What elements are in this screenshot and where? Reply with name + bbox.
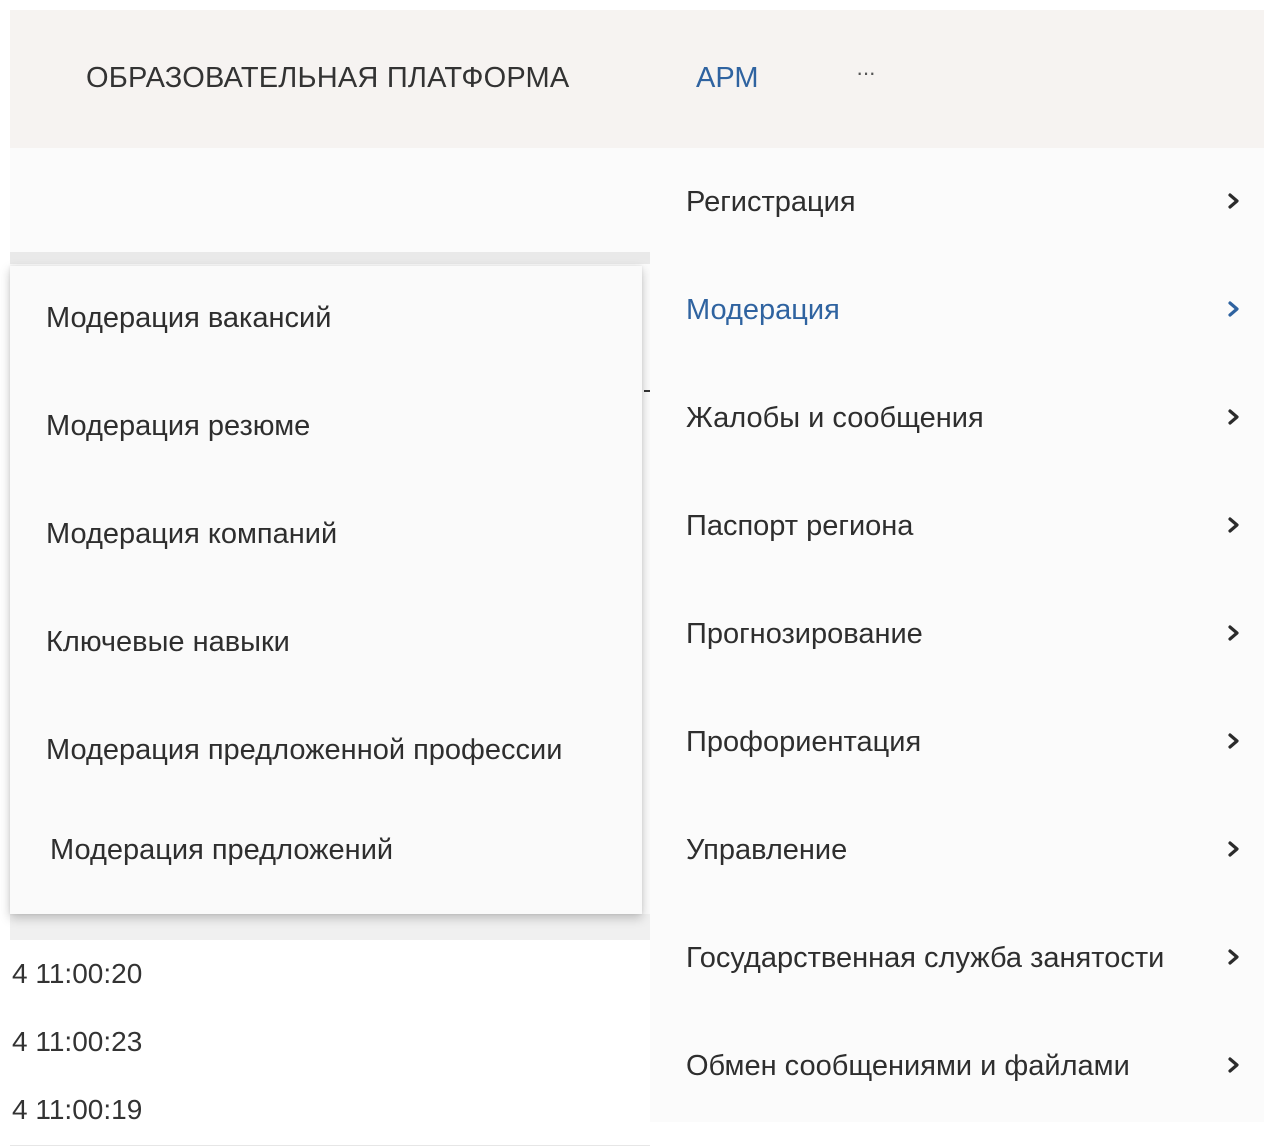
chevron-right-icon bbox=[1228, 517, 1239, 533]
menu-item-career-guidance[interactable]: Профориентация bbox=[650, 688, 1264, 796]
moderation-submenu: Модерация вакансий Модерация резюме Моде… bbox=[10, 266, 642, 914]
table-cell-time: 4 11:00:23 bbox=[12, 1026, 143, 1057]
submenu-item-label: Модерация предложенной профессии bbox=[46, 734, 563, 766]
menu-item-label: Жалобы и сообщения bbox=[686, 402, 984, 434]
submenu-item-label: Модерация компаний bbox=[46, 518, 338, 550]
menu-item-moderation[interactable]: Модерация bbox=[650, 256, 1264, 364]
menu-item-registration[interactable]: Регистрация bbox=[650, 148, 1264, 256]
table-row: 4 11:00:20 bbox=[10, 940, 650, 1010]
menu-item-label: Управление bbox=[686, 834, 848, 866]
table-cell-time: 4 11:00:19 bbox=[12, 1094, 143, 1125]
background-table-header bbox=[10, 252, 650, 264]
table-row: 4 11:00:19 bbox=[10, 1076, 650, 1146]
menu-item-label: Профориентация bbox=[686, 726, 922, 758]
nav-arm-link[interactable]: АРМ bbox=[696, 62, 759, 95]
chevron-right-icon bbox=[1228, 409, 1239, 425]
submenu-item-company-moderation[interactable]: Модерация компаний bbox=[10, 482, 642, 590]
table-cell-time: 4 11:00:20 bbox=[12, 958, 143, 989]
arm-main-menu: Регистрация Модерация Жалобы и сообщения… bbox=[650, 148, 1264, 1122]
menu-item-label: Регистрация bbox=[686, 186, 856, 218]
menu-item-label: Обмен сообщениями и файлами bbox=[686, 1050, 1130, 1082]
menu-item-label: Модерация bbox=[686, 294, 840, 326]
menu-item-label: Прогнозирование bbox=[686, 618, 923, 650]
submenu-item-proposals-moderation[interactable]: Модерация предложений bbox=[10, 798, 642, 906]
chevron-right-icon bbox=[1228, 625, 1239, 641]
menu-item-region-passport[interactable]: Паспорт региона bbox=[650, 472, 1264, 580]
submenu-item-vacancy-moderation[interactable]: Модерация вакансий bbox=[10, 266, 642, 374]
background-divider bbox=[10, 914, 650, 940]
menu-item-messages-and-files[interactable]: Обмен сообщениями и файлами bbox=[650, 1012, 1264, 1120]
chevron-right-icon bbox=[1228, 1057, 1239, 1073]
platform-title: ОБРАЗОВАТЕЛЬНАЯ ПЛАТФОРМА bbox=[86, 62, 570, 94]
menu-item-state-employment-service[interactable]: Государственная служба занятости bbox=[650, 904, 1264, 1012]
chevron-right-icon bbox=[1228, 841, 1239, 857]
submenu-item-label: Ключевые навыки bbox=[46, 626, 290, 658]
chevron-right-icon bbox=[1228, 949, 1239, 965]
submenu-item-key-skills[interactable]: Ключевые навыки bbox=[10, 590, 642, 698]
menu-item-label: Государственная служба занятости bbox=[686, 942, 1165, 974]
nav-more-button[interactable]: ··· bbox=[856, 60, 876, 86]
menu-item-label: Паспорт региона bbox=[686, 510, 914, 542]
submenu-item-label: Модерация резюме bbox=[46, 410, 311, 442]
menu-item-complaints-messages[interactable]: Жалобы и сообщения bbox=[650, 364, 1264, 472]
menu-item-forecasting[interactable]: Прогнозирование bbox=[650, 580, 1264, 688]
top-navigation-bar: ОБРАЗОВАТЕЛЬНАЯ ПЛАТФОРМА АРМ ··· bbox=[10, 10, 1264, 148]
chevron-right-icon bbox=[1228, 733, 1239, 749]
submenu-item-label: Модерация вакансий bbox=[46, 302, 332, 334]
submenu-item-label: Модерация предложений bbox=[50, 834, 394, 866]
chevron-right-icon bbox=[1228, 301, 1239, 317]
menu-item-management[interactable]: Управление bbox=[650, 796, 1264, 904]
submenu-item-resume-moderation[interactable]: Модерация резюме bbox=[10, 374, 642, 482]
submenu-item-proposed-profession-moderation[interactable]: Модерация предложенной профессии bbox=[10, 698, 642, 806]
chevron-right-icon bbox=[1228, 193, 1239, 209]
table-row: 4 11:00:23 bbox=[10, 1008, 650, 1078]
